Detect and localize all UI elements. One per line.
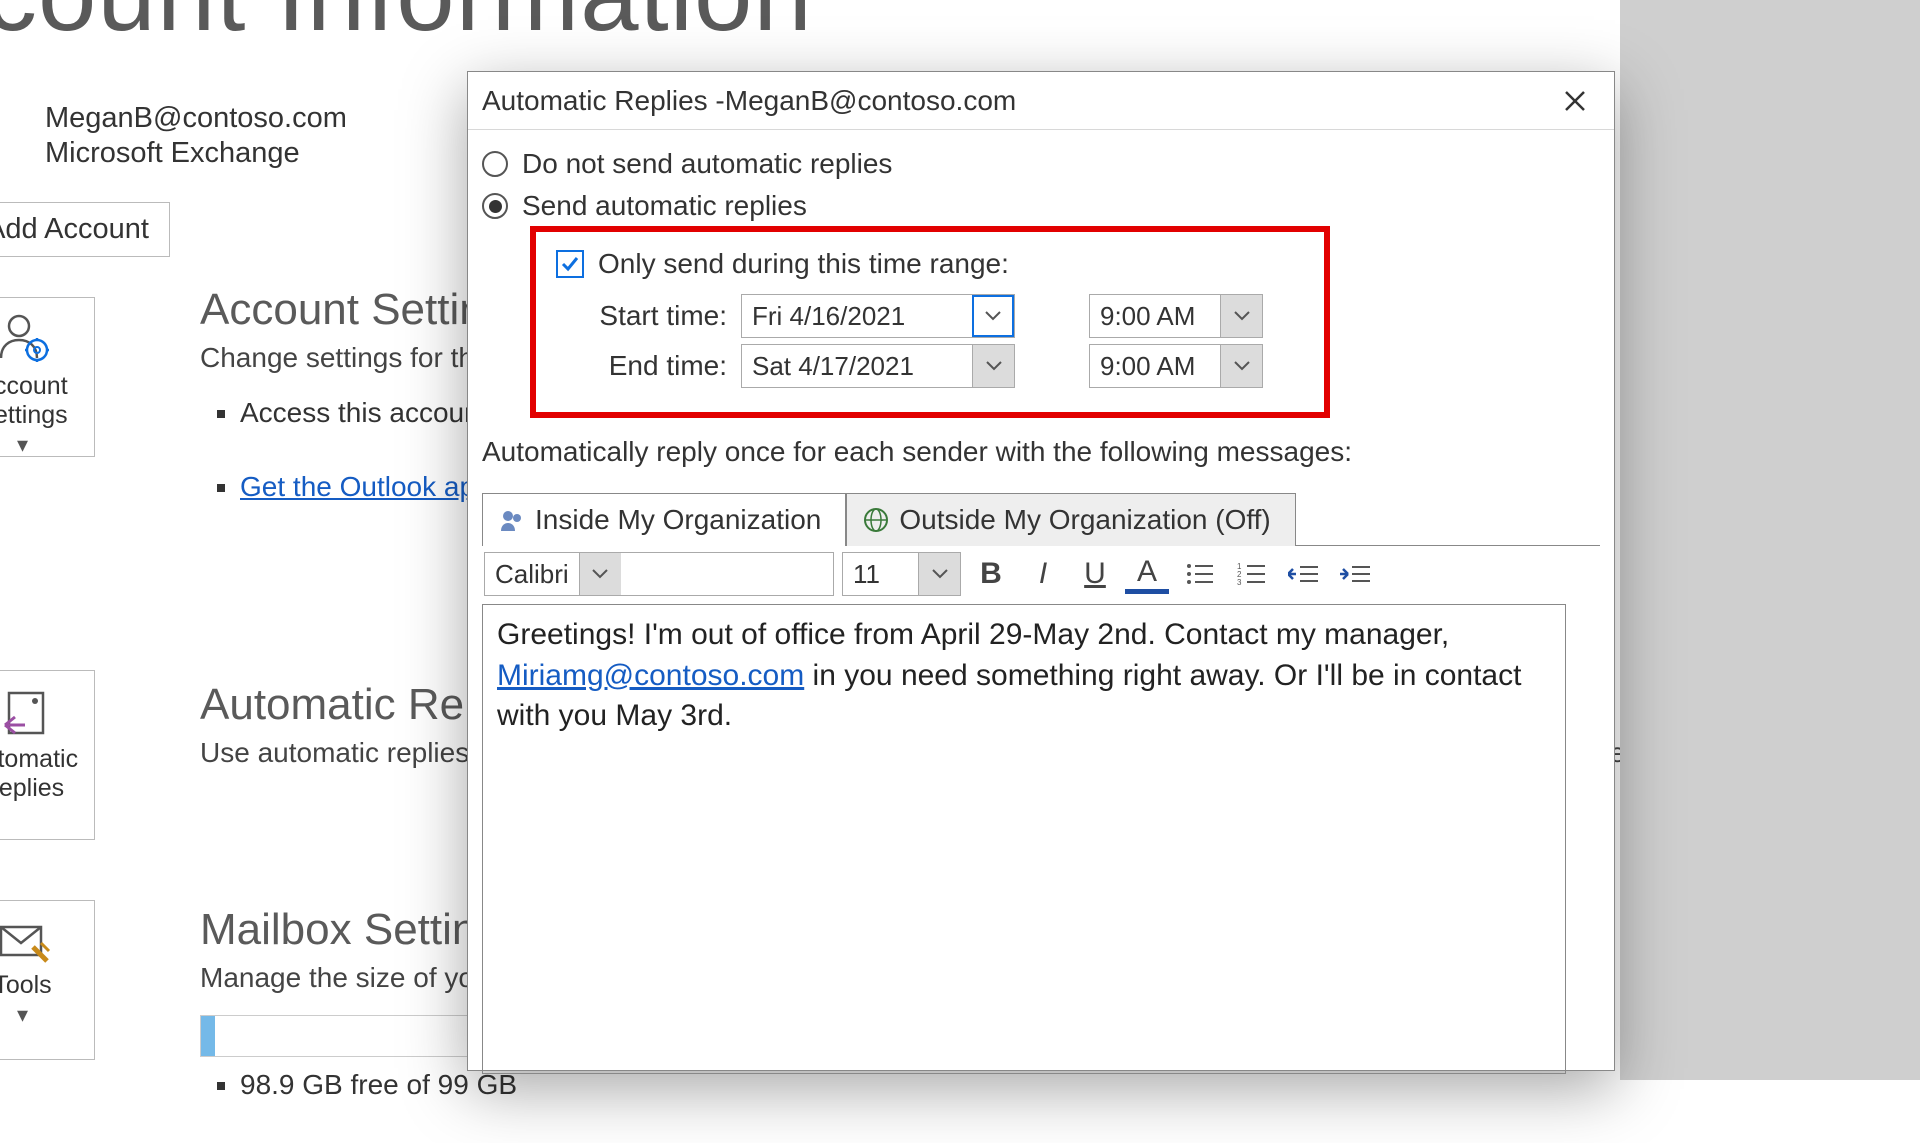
bold-button[interactable]: B [969, 552, 1013, 596]
chevron-down-icon [972, 295, 1014, 337]
person-gear-icon [0, 310, 51, 366]
close-icon [1564, 90, 1586, 112]
start-date-dropdown[interactable]: Fri 4/16/2021 [741, 294, 1015, 338]
checkbox-icon [556, 250, 584, 278]
radio-label: Do not send automatic replies [522, 148, 892, 180]
globe-icon [863, 507, 889, 533]
tabstrip: Inside My Organization Outside My Organi… [482, 492, 1600, 546]
dropdown-value: Fri 4/16/2021 [742, 295, 972, 337]
svg-text:3: 3 [1237, 578, 1242, 586]
radio-label: Send automatic replies [522, 190, 807, 222]
message-text: Greetings! I'm out of office from April … [497, 618, 1449, 651]
end-time-row: End time: Sat 4/17/2021 9:00 AM [586, 344, 1304, 388]
end-time-dropdown[interactable]: 9:00 AM [1089, 344, 1263, 388]
account-settings-tile[interactable]: Account Settings ▾ [0, 297, 95, 457]
radio-icon [482, 193, 508, 219]
account-type: Microsoft Exchange [45, 137, 347, 170]
bullet-list-icon [1185, 562, 1213, 586]
auto-reply-instruction: Automatically reply once for each sender… [482, 436, 1600, 468]
account-block [0, 95, 44, 160]
tile-label: Account Settings [0, 372, 90, 430]
checkbox-label: Only send during this time range: [598, 248, 1009, 280]
bullet-list-button[interactable] [1177, 552, 1221, 596]
message-email-link[interactable]: Miriamg@contoso.com [497, 659, 804, 692]
dropdown-value: Sat 4/17/2021 [742, 345, 972, 387]
chevron-down-icon: ▾ [0, 1002, 90, 1028]
dropdown-value: 9:00 AM [1090, 345, 1220, 387]
indent-button[interactable] [1333, 552, 1377, 596]
chevron-down-icon [579, 553, 621, 595]
dropdown-value: 9:00 AM [1090, 295, 1220, 337]
automatic-replies-tile[interactable]: Automatic Replies [0, 670, 95, 840]
chevron-down-icon [918, 553, 960, 595]
indent-icon [1340, 563, 1370, 585]
automatic-replies-dialog: Automatic Replies - MeganB@contoso.com D… [467, 71, 1615, 1071]
tab-label: Inside My Organization [535, 504, 821, 536]
radio-do-not-send[interactable]: Do not send automatic replies [482, 148, 1600, 180]
mailbox-quota-fill [201, 1016, 215, 1056]
start-time-row: Start time: Fri 4/16/2021 9:00 AM [586, 294, 1304, 338]
dropdown-value: Calibri [485, 553, 579, 595]
chevron-down-icon [1220, 345, 1262, 387]
checkbox-time-range[interactable]: Only send during this time range: [556, 248, 1304, 280]
font-color-button[interactable]: A [1125, 554, 1169, 594]
italic-button[interactable]: I [1021, 552, 1065, 596]
tab-outside-org[interactable]: Outside My Organization (Off) [846, 493, 1295, 546]
tile-label: Tools [0, 971, 90, 1000]
numbered-list-icon: 1 2 3 [1237, 562, 1265, 586]
page-title: Account Information [0, 0, 813, 55]
numbered-list-button[interactable]: 1 2 3 [1229, 552, 1273, 596]
radio-send[interactable]: Send automatic replies [482, 190, 1600, 222]
tools-tile[interactable]: Tools ▾ [0, 900, 95, 1060]
font-size-dropdown[interactable]: 11 [842, 552, 961, 596]
time-range-highlight: Only send during this time range: Start … [530, 226, 1330, 418]
chevron-down-icon [972, 345, 1014, 387]
mailbox-tools-icon [0, 913, 51, 965]
account-info: MeganB@contoso.com Microsoft Exchange [45, 102, 347, 170]
right-grey-region [1620, 0, 1920, 1080]
underline-button[interactable]: U [1073, 552, 1117, 596]
chevron-down-icon: ▾ [0, 432, 90, 458]
outdent-button[interactable] [1281, 552, 1325, 596]
dialog-title-email: MeganB@contoso.com [725, 85, 1016, 117]
add-account-button[interactable]: Add Account [0, 202, 170, 257]
people-icon [499, 507, 525, 533]
dropdown-value: 11 [843, 553, 918, 595]
account-email: MeganB@contoso.com [45, 102, 347, 135]
dialog-titlebar: Automatic Replies - MeganB@contoso.com [468, 72, 1614, 130]
font-family-dropdown[interactable]: Calibri [484, 552, 834, 596]
tab-label: Outside My Organization (Off) [899, 504, 1270, 536]
start-time-label: Start time: [586, 300, 741, 332]
reply-message-editor[interactable]: Greetings! I'm out of office from April … [482, 604, 1566, 1074]
radio-icon [482, 151, 508, 177]
tab-inside-org[interactable]: Inside My Organization [482, 493, 846, 546]
dialog-title-prefix: Automatic Replies - [482, 85, 725, 117]
end-time-label: End time: [586, 350, 741, 382]
start-time-dropdown[interactable]: 9:00 AM [1089, 294, 1263, 338]
format-toolbar: Calibri 11 B I U A [482, 546, 1600, 602]
end-date-dropdown[interactable]: Sat 4/17/2021 [741, 344, 1015, 388]
auto-reply-icon [0, 683, 51, 739]
outdent-icon [1288, 563, 1318, 585]
close-button[interactable] [1550, 76, 1600, 126]
tile-label: Automatic Replies [0, 745, 90, 803]
chevron-down-icon [1220, 295, 1262, 337]
